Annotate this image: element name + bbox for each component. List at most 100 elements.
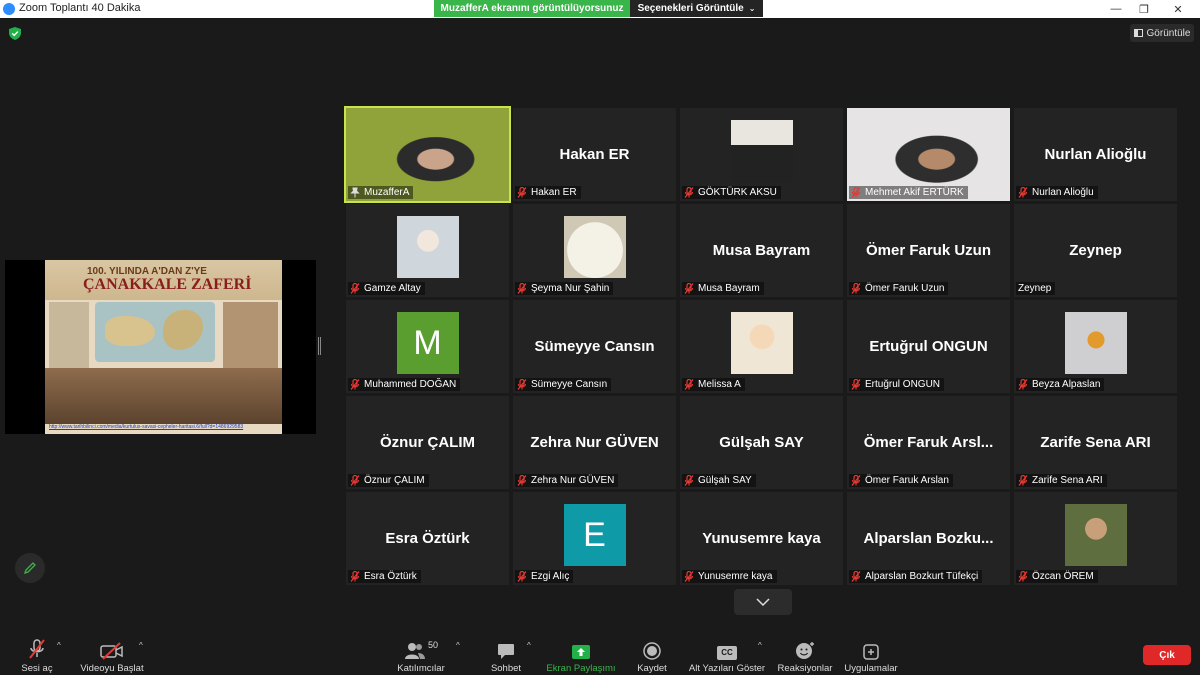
participant-name-label: Melissa A [682, 378, 745, 391]
reactions-button[interactable]: Reaksiyonlar [776, 628, 834, 674]
captions-button[interactable]: CC Alt Yazıları Göster [686, 628, 768, 674]
participant-display-name: Zehra Nur GÜVEN [530, 434, 659, 451]
chevron-down-icon: ⌄ [748, 4, 756, 13]
window-title: Zoom Toplantı 40 Dakika [19, 2, 141, 14]
audio-options-caret[interactable]: ^ [57, 641, 61, 650]
participant-tile[interactable]: Gamze Altay [346, 204, 509, 297]
profile-photo [1064, 312, 1127, 374]
participant-name-label: Özcan ÖREM [1016, 570, 1098, 583]
participant-tile[interactable]: Esra Öztürk Esra Öztürk [346, 492, 509, 585]
microphone-muted-icon [684, 379, 694, 390]
participant-name-label: Mehmet Akif ERTÜRK [849, 186, 968, 199]
participant-display-name: Gülşah SAY [719, 434, 804, 451]
participant-tile[interactable]: Yunusemre kaya Yunusemre kaya [680, 492, 843, 585]
record-button[interactable]: Kaydet [635, 628, 669, 674]
participant-tile[interactable]: GÖKTÜRK AKSU [680, 108, 843, 201]
participant-tile[interactable]: Mehmet Akif ERTÜRK [847, 108, 1010, 201]
maximize-button[interactable]: ❐ [1127, 0, 1161, 18]
participant-display-name: Öznur ÇALIM [380, 434, 475, 451]
participant-name-label: Sümeyye Cansın [515, 378, 612, 391]
participant-tile[interactable]: Musa Bayram Musa Bayram [680, 204, 843, 297]
microphone-muted-icon [851, 379, 861, 390]
participants-button[interactable]: 50 Katılımcılar [396, 628, 446, 674]
participant-display-name: Sümeyye Cansın [534, 338, 655, 355]
participant-name-label: Alparslan Bozkurt Tüfekçi [849, 570, 983, 583]
participant-name: Zarife Sena ARI [1032, 475, 1103, 486]
participant-display-name: Esra Öztürk [385, 530, 470, 547]
participant-name: Muhammed DOĞAN [364, 379, 457, 390]
participant-display-name: Zeynep [1069, 242, 1122, 259]
view-options-label: Seçenekleri Görüntüle [637, 3, 744, 14]
unmute-label: Sesi aç [21, 663, 53, 674]
participant-name-label: MuzafferA [348, 186, 414, 199]
chat-button[interactable]: Sohbet [488, 628, 524, 674]
participant-name: Öznur ÇALIM [364, 475, 425, 486]
participant-display-name: Hakan ER [559, 146, 630, 163]
participant-display-name: Zarife Sena ARI [1040, 434, 1151, 451]
participant-name-label: Muhammed DOĞAN [348, 378, 461, 391]
participant-tile[interactable]: Zeynep Zeynep [1014, 204, 1177, 297]
microphone-muted-icon [517, 571, 527, 582]
microphone-muted-icon [517, 283, 527, 294]
participant-name-label: Musa Bayram [682, 282, 764, 295]
participant-tile[interactable]: Öznur ÇALIM Öznur ÇALIM [346, 396, 509, 489]
leave-meeting-button[interactable]: Çık [1143, 645, 1191, 665]
sharing-status: MuzafferA ekranını görüntülüyorsunuz [434, 0, 630, 17]
encryption-shield-icon[interactable] [9, 27, 21, 40]
participant-name: Ezgi Alıç [531, 571, 570, 582]
microphone-muted-icon [684, 283, 694, 294]
participant-display-name: Ertuğrul ONGUN [869, 338, 988, 355]
participant-name: GÖKTÜRK AKSU [698, 187, 777, 198]
participant-tile[interactable]: Ömer Faruk Arsl... Ömer Faruk Arslan [847, 396, 1010, 489]
participant-tile[interactable]: Özcan ÖREM [1014, 492, 1177, 585]
participant-tile[interactable]: Gülşah SAY Gülşah SAY [680, 396, 843, 489]
participant-tile[interactable]: Zehra Nur GÜVEN Zehra Nur GÜVEN [513, 396, 676, 489]
profile-photo [1064, 504, 1127, 566]
panel-resize-handle[interactable] [318, 337, 321, 355]
participant-name: Esra Öztürk [364, 571, 417, 582]
microphone-muted-icon [350, 475, 360, 486]
start-video-button[interactable]: Videoyu Başlat [80, 628, 144, 674]
view-layout-button[interactable]: Görüntüle [1130, 24, 1194, 42]
chat-options-caret[interactable]: ^ [527, 641, 531, 650]
participant-tile[interactable]: Ömer Faruk Uzun Ömer Faruk Uzun [847, 204, 1010, 297]
participant-display-name: Nurlan Alioğlu [1044, 146, 1147, 163]
participant-tile[interactable]: Zarife Sena ARI Zarife Sena ARI [1014, 396, 1177, 489]
participant-tile[interactable]: Beyza Alpaslan [1014, 300, 1177, 393]
participant-tile[interactable]: Hakan ER Hakan ER [513, 108, 676, 201]
microphone-muted-icon [684, 187, 694, 198]
shared-content-image: 100. YILINDA A'DAN Z'YE ÇANAKKALE ZAFERİ… [45, 260, 282, 434]
camera-off-icon [100, 642, 123, 660]
share-screen-button[interactable]: Ekran Paylaşımı [545, 628, 617, 674]
participant-name-label: Zehra Nur GÜVEN [515, 474, 619, 487]
share-banner: MuzafferA ekranını görüntülüyorsunuz Seç… [434, 0, 763, 17]
share-screen-label: Ekran Paylaşımı [546, 663, 616, 674]
participant-tile[interactable]: Melissa A [680, 300, 843, 393]
participant-tile[interactable]: E Ezgi Alıç [513, 492, 676, 585]
participant-tile[interactable]: Şeyma Nur Şahin [513, 204, 676, 297]
captions-options-caret[interactable]: ^ [758, 641, 762, 650]
unmute-button[interactable]: Sesi aç [20, 628, 54, 674]
reactions-smiley-icon [796, 642, 814, 659]
participant-tile[interactable]: Alparslan Bozku... Alparslan Bozkurt Tüfe… [847, 492, 1010, 585]
participant-name: Şeyma Nur Şahin [531, 283, 610, 294]
microphone-muted-icon [1018, 379, 1028, 390]
microphone-muted-icon [1018, 475, 1028, 486]
apps-button[interactable]: Uygulamalar [842, 628, 900, 674]
poster-battle-scene [45, 368, 282, 424]
view-options-dropdown[interactable]: Seçenekleri Görüntüle ⌄ [630, 0, 763, 17]
participant-tile[interactable]: MuzafferA [344, 106, 511, 203]
shared-screen[interactable]: 100. YILINDA A'DAN Z'YE ÇANAKKALE ZAFERİ… [5, 260, 316, 434]
participant-tile[interactable]: Ertuğrul ONGUN Ertuğrul ONGUN [847, 300, 1010, 393]
participants-options-caret[interactable]: ^ [456, 641, 460, 650]
participant-tile[interactable]: Nurlan Alioğlu Nurlan Alioğlu [1014, 108, 1177, 201]
participant-name: Nurlan Alioğlu [1032, 187, 1094, 198]
video-options-caret[interactable]: ^ [139, 641, 143, 650]
gallery-next-page-button[interactable] [734, 589, 792, 615]
participant-tile[interactable]: Sümeyye Cansın Sümeyye Cansın [513, 300, 676, 393]
profile-photo [396, 216, 459, 278]
participant-name: Zeynep [1018, 283, 1052, 294]
close-window-button[interactable]: ✕ [1161, 0, 1195, 18]
participant-tile[interactable]: M Muhammed DOĞAN [346, 300, 509, 393]
annotate-pencil-button[interactable] [15, 553, 45, 583]
